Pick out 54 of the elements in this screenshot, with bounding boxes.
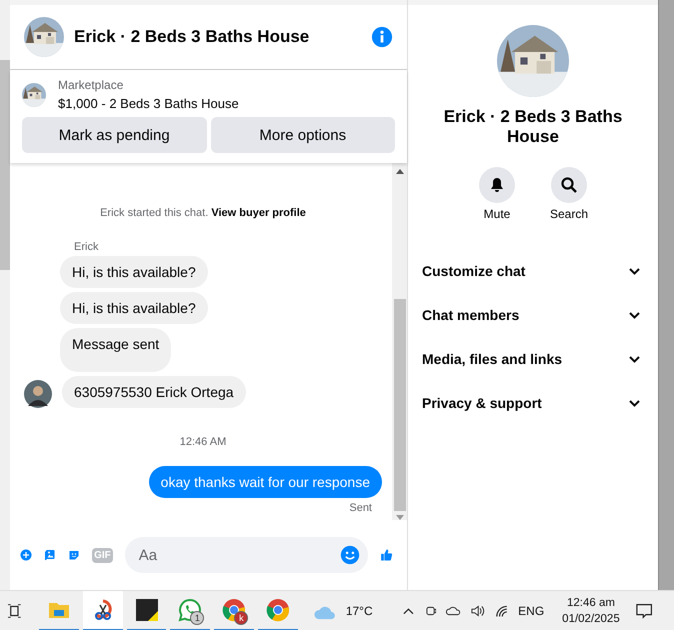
chevron-down-icon xyxy=(629,356,640,362)
section-header[interactable]: Privacy & support xyxy=(408,381,658,425)
chat-intro: Erick started this chat. View buyer profile xyxy=(99,207,307,219)
message-bubble: 6305975530 Erick Ortega xyxy=(62,376,246,408)
view-profile-link[interactable]: View buyer profile xyxy=(211,207,306,219)
notification-icon[interactable] xyxy=(636,602,652,618)
chevron-down-icon xyxy=(629,400,640,406)
listing-action-button[interactable]: More options xyxy=(210,117,395,153)
sender-name: Erick xyxy=(74,241,100,253)
message-bubble: Hi, is this available? xyxy=(60,292,208,324)
emoji-icon[interactable] xyxy=(340,545,360,565)
section-header[interactable]: Chat members xyxy=(408,293,658,337)
scroll-up-icon[interactable] xyxy=(396,169,404,174)
info-icon[interactable] xyxy=(371,26,393,48)
listing-source: Marketplace xyxy=(58,78,124,92)
bell-icon xyxy=(489,177,505,193)
conversation-action-button[interactable]: Mute xyxy=(470,167,524,221)
wifi-icon[interactable] xyxy=(495,604,508,618)
taskbar-app-button[interactable]: k xyxy=(214,590,254,630)
cloud-icon[interactable] xyxy=(446,606,461,616)
listing-action-button[interactable]: Mark as pending xyxy=(22,117,206,153)
speaker-icon[interactable] xyxy=(470,604,486,618)
chat-title: Erick · 2 Beds 3 Baths House xyxy=(74,27,310,47)
taskbar-app-button[interactable]: 1 xyxy=(170,590,210,630)
weather-temperature[interactable]: 17°C xyxy=(346,604,373,618)
task-view-icon[interactable] xyxy=(8,602,21,618)
clock-date[interactable]: 01/02/2025 xyxy=(562,610,620,626)
listing-title[interactable]: $1,000 - 2 Beds 3 Baths House xyxy=(58,96,239,111)
app-badge: 1 xyxy=(190,610,204,624)
section-header[interactable]: Customize chat xyxy=(408,249,658,293)
chevron-down-icon xyxy=(629,268,640,274)
app-badge: k xyxy=(234,610,248,624)
message-bubble: okay thanks wait for our response xyxy=(148,466,382,498)
sticky-note-icon xyxy=(136,598,158,620)
scrollbar-thumb[interactable] xyxy=(394,299,406,511)
chevron-up-icon[interactable] xyxy=(402,606,414,614)
scroll-down-icon[interactable] xyxy=(396,515,404,520)
browser-icon xyxy=(266,598,290,622)
timestamp: 12:46 AM xyxy=(178,436,228,448)
language-indicator[interactable]: ENG xyxy=(518,604,544,618)
scrollbar-thumb[interactable] xyxy=(658,0,674,590)
message-bubble: Hi, is this available? xyxy=(60,256,208,288)
taskbar-app-button[interactable] xyxy=(82,590,123,630)
scrollbar-thumb[interactable] xyxy=(0,60,10,270)
message-field[interactable]: Aa xyxy=(124,537,368,573)
message-status: Sent xyxy=(348,502,373,514)
chevron-down-icon xyxy=(629,312,640,318)
search-icon xyxy=(560,176,578,194)
message-bubble: Message sent xyxy=(60,328,172,372)
conversation-action-button[interactable]: Search xyxy=(542,167,596,221)
section-header[interactable]: Media, files and links xyxy=(408,337,658,381)
message-input[interactable]: Aa xyxy=(136,546,340,564)
conversation-title: Erick · 2 Beds 3 Baths House xyxy=(442,107,624,147)
clock-time[interactable]: 12:46 am xyxy=(566,594,615,610)
